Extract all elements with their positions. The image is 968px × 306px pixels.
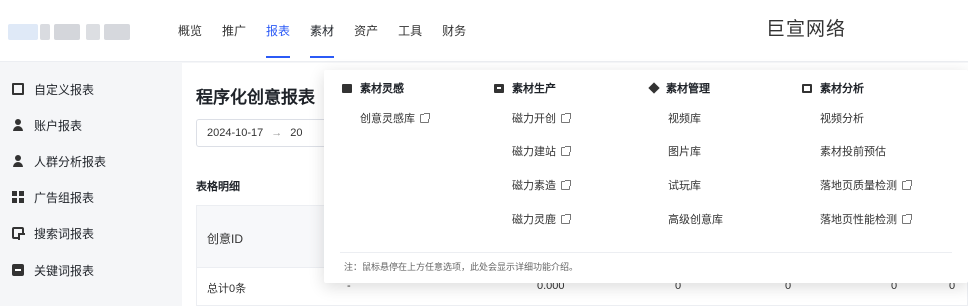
menu-item-cili-suzao[interactable]: 磁力素造 [512,177,571,193]
key-icon [12,264,24,276]
sidebar-item-account-report[interactable]: 账户报表 [12,115,82,135]
sidebar-item-label: 广告组报表 [34,190,95,205]
gift-icon [342,83,352,93]
dropdown-column-inspiration: 素材灵感 创意灵感库 [342,80,482,125]
dropdown-hint-note: 注：鼠标悬停在上方任意选项，此处会显示详细功能介绍。 [344,262,579,272]
menu-item-label: 落地页质量检测 [820,180,897,192]
sidebar-item-keyword-report[interactable]: 关键词报表 [12,260,94,280]
menu-item-pre-delivery-estimate[interactable]: 素材投前预估 [820,143,886,159]
range-arrow: → [271,127,283,139]
nav-item-assets[interactable]: 资产 [354,0,378,62]
external-link-icon [561,145,571,156]
column-title: 素材生产 [512,83,556,95]
page-title: 程序化创意报表 [196,88,315,107]
menu-item-label: 素材投前预估 [820,146,886,158]
nav-item-materials[interactable]: 素材 [310,0,335,62]
dropdown-column-analysis: 素材分析 视频分析 素材投前预估 落地页质量检测 落地页性能检测 [802,80,962,226]
diamond-icon [648,82,660,94]
nav-item-finance[interactable]: 财务 [442,0,466,62]
date-start: 2024-10-17 [207,127,264,139]
nav-item-promotion[interactable]: 推广 [222,0,246,62]
menu-item-landing-page-quality-check[interactable]: 落地页质量检测 [820,177,912,193]
column-title: 素材灵感 [360,83,404,95]
top-navigation-bar: 概览 推广 报表 素材 资产 工具 财务 巨宣网络 [0,0,968,62]
sidebar: 自定义报表 账户报表 人群分析报表 广告组报表 搜索词报表 关键词报表 [0,63,162,306]
sidebar-item-label: 关键词报表 [34,263,95,278]
column-header-creative-id[interactable]: 创意ID [207,230,243,247]
menu-item-image-library[interactable]: 图片库 [668,143,701,159]
user-icon [12,155,24,167]
menu-item-label: 磁力开创 [512,113,556,125]
logo[interactable] [8,24,130,40]
sidebar-item-searchterm-report[interactable]: 搜索词报表 [12,223,94,243]
menu-item-label: 视频分析 [820,113,864,125]
menu-item-label: 磁力素造 [512,180,556,192]
sidebar-item-adgroup-report[interactable]: 广告组报表 [12,187,94,207]
external-link-icon [420,112,430,123]
menu-item-cili-linglu[interactable]: 磁力灵鹿 [512,211,571,227]
dropdown-column-management: 素材管理 视频库 图片库 试玩库 高级创意库 [648,80,790,226]
search-icon [12,227,24,239]
menu-item-creative-inspiration[interactable]: 创意灵感库 [360,110,430,126]
menu-item-video-analysis[interactable]: 视频分析 [820,110,864,126]
grid-icon [12,191,24,203]
brand-name: 巨宣网络 [766,19,847,40]
column-header: 素材生产 [494,80,634,96]
column-header: 素材管理 [648,80,790,96]
image-icon [802,83,812,93]
menu-item-video-library[interactable]: 视频库 [668,110,701,126]
external-link-icon [902,213,912,224]
column-header: 素材灵感 [342,80,482,96]
external-link-icon [561,112,571,123]
dropdown-column-production: 素材生产 磁力开创 磁力建站 磁力素造 磁力灵鹿 [494,80,634,226]
column-header: 素材分析 [802,80,962,96]
menu-item-label: 高级创意库 [668,214,723,226]
sidebar-item-label: 账户报表 [34,118,83,133]
external-link-icon [561,179,571,190]
sidebar-item-audience-report[interactable]: 人群分析报表 [12,151,106,171]
nav-item-tools[interactable]: 工具 [398,0,422,62]
column-title: 素材分析 [820,83,864,95]
document-icon [12,83,24,95]
menu-item-label: 落地页性能检测 [820,214,897,226]
menu-item-label: 视频库 [668,113,701,125]
menu-item-cili-kaichuang[interactable]: 磁力开创 [512,110,571,126]
menu-item-label: 图片库 [668,146,701,158]
menu-item-label: 磁力灵鹿 [512,214,556,226]
menu-item-label: 磁力建站 [512,146,556,158]
menu-item-label: 试玩库 [668,180,701,192]
nav-item-reports[interactable]: 报表 [266,0,291,62]
sidebar-item-label: 自定义报表 [34,82,95,97]
main-nav: 概览 推广 报表 素材 资产 工具 财务 [178,0,486,62]
menu-item-cili-jianzhan[interactable]: 磁力建站 [512,143,571,159]
external-link-icon [902,179,912,190]
dropdown-divider [340,252,952,253]
user-icon [12,119,24,131]
external-link-icon [561,213,571,224]
sidebar-item-custom-report[interactable]: 自定义报表 [12,79,94,99]
sidebar-item-label: 人群分析报表 [34,154,107,169]
menu-item-label: 创意灵感库 [360,113,415,125]
date-end: 20 [290,127,303,139]
menu-item-landing-page-performance-check[interactable]: 落地页性能检测 [820,211,912,227]
total-count: 总计0条 [207,283,247,295]
materials-dropdown-menu: 素材灵感 创意灵感库 素材生产 磁力开创 磁力建站 磁力素造 磁力灵鹿 素材管理… [324,70,968,283]
column-title: 素材管理 [666,83,710,95]
nav-item-overview[interactable]: 概览 [178,0,202,62]
menu-item-advanced-creative-library[interactable]: 高级创意库 [668,211,723,227]
menu-item-playable-library[interactable]: 试玩库 [668,177,701,193]
box-icon [494,83,504,93]
table-section-title: 表格明细 [196,181,240,193]
sidebar-item-label: 搜索词报表 [34,226,95,241]
